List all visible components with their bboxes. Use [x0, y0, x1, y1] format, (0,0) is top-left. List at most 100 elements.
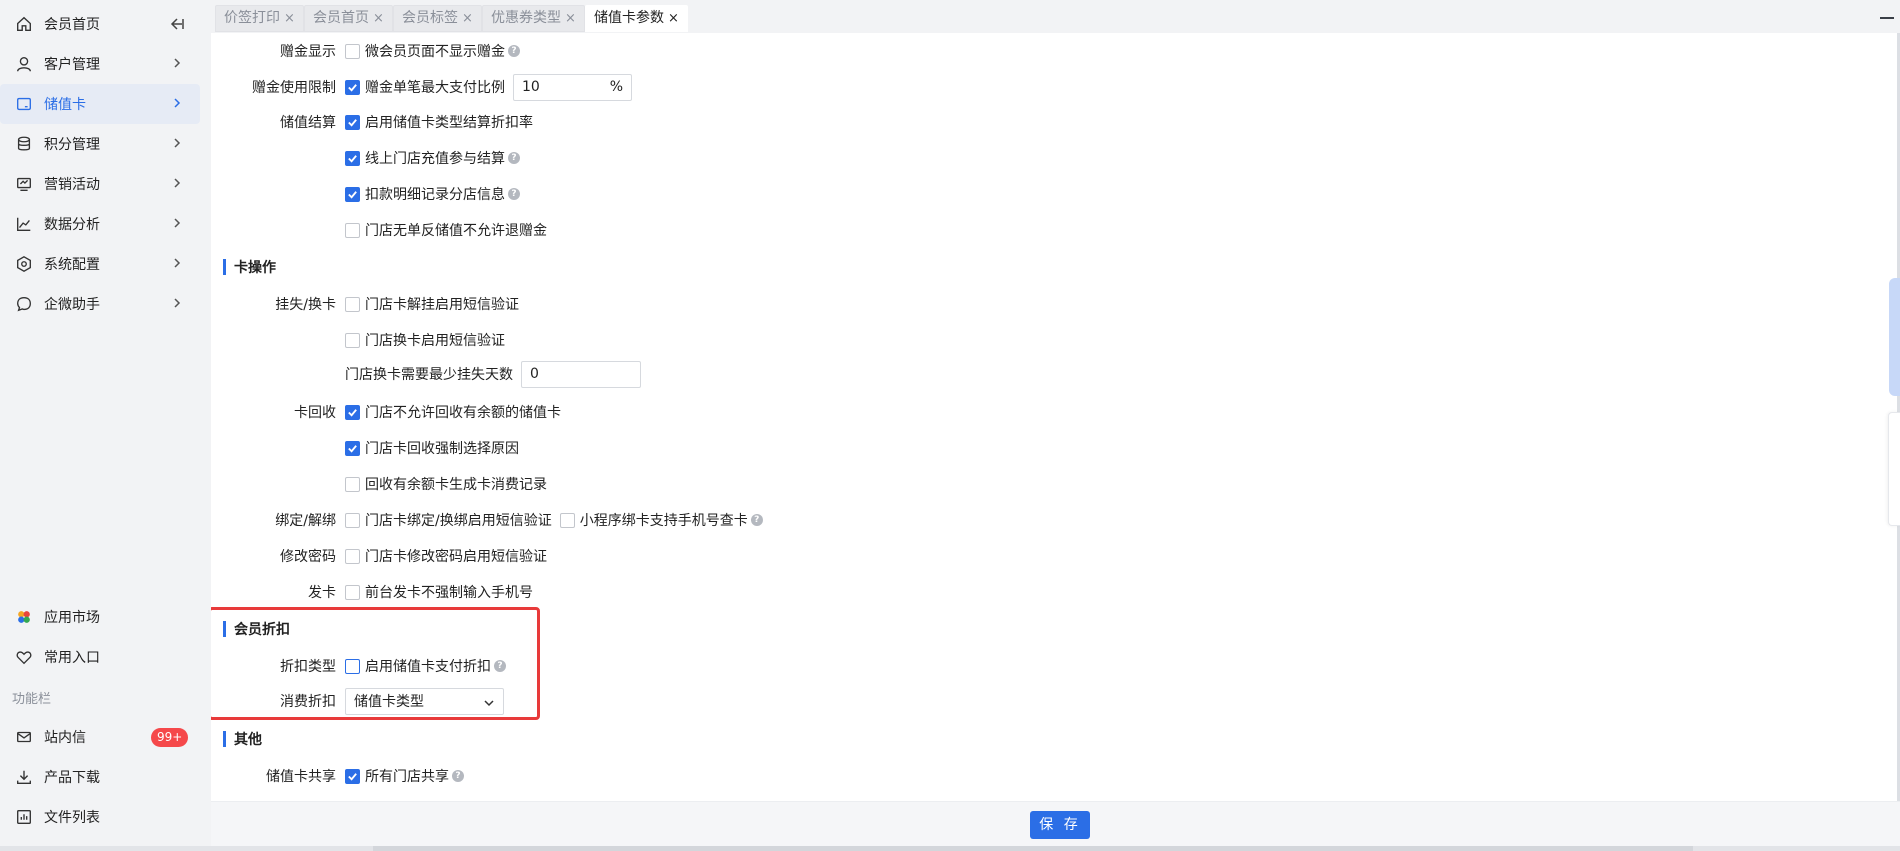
sidebar-item-customer[interactable]: 客户管理 — [0, 44, 200, 84]
floating-side-tab[interactable] — [1889, 278, 1900, 396]
no-refund-gift-checkbox[interactable] — [345, 222, 360, 238]
gift-display-checkbox[interactable] — [345, 43, 360, 59]
field-label: 储值结算 — [280, 115, 336, 131]
sidebar-item-app-market[interactable]: 应用市场 — [0, 597, 200, 637]
option-text: 门店卡修改密码启用短信验证 — [365, 549, 547, 565]
option-text: 门店不允许回收有余额的储值卡 — [365, 405, 561, 421]
sidebar-item-favorites[interactable]: 常用入口 — [0, 637, 200, 677]
tab-member-tags[interactable]: 会员标签 × — [393, 5, 482, 32]
sidebar-item-label: 应用市场 — [44, 610, 100, 626]
option-text: 门店卡绑定/换绑启用短信验证 — [365, 513, 552, 529]
password-sms-checkbox[interactable] — [345, 548, 360, 564]
password-row: 修改密码 门店卡修改密码启用短信验证 — [211, 543, 1011, 569]
tab-member-home[interactable]: 会员首页 × — [304, 5, 393, 32]
miniapp-phone-checkbox[interactable] — [559, 512, 575, 528]
online-recharge-checkbox[interactable] — [345, 150, 360, 166]
replace-sms-checkbox[interactable] — [345, 332, 360, 348]
close-icon[interactable]: × — [565, 11, 576, 26]
close-icon[interactable]: × — [373, 11, 384, 26]
option-text: 门店换卡启用短信验证 — [365, 333, 505, 349]
settlement-discount-checkbox[interactable] — [345, 114, 360, 130]
option-text: 回收有余额卡生成卡消费记录 — [365, 477, 547, 493]
sidebar-item-analytics[interactable]: 数据分析 — [0, 204, 200, 244]
floating-side-panel[interactable] — [1888, 412, 1900, 526]
help-icon[interactable]: ? — [508, 188, 520, 200]
select-value: 储值卡类型 — [354, 694, 424, 710]
no-recycle-balance-checkbox[interactable] — [345, 404, 360, 420]
field-label: 折扣类型 — [280, 659, 336, 675]
input-value: 10 — [522, 79, 540, 95]
close-icon[interactable]: × — [284, 11, 295, 26]
bind-row: 绑定/解绑 门店卡绑定/换绑启用短信验证 小程序绑卡支持手机号查卡 ? — [211, 507, 1111, 533]
consume-discount-select[interactable]: 储值卡类型 — [345, 687, 504, 715]
sidebar-item-label: 会员首页 — [44, 17, 100, 33]
user-icon — [14, 54, 34, 74]
field-label: 修改密码 — [280, 549, 336, 565]
sidebar-top-menu: 会员首页 客户管理 储值卡 积分管理 营销活动 数据分析 系统配置 企微助手 — [0, 4, 211, 324]
min-loss-days-input[interactable]: 0 — [521, 360, 641, 388]
tab-price-tag-print[interactable]: 价签打印 × — [215, 5, 304, 32]
settings-icon — [14, 254, 34, 274]
option-text: 扣款明细记录分店信息 — [365, 187, 505, 203]
gift-display-row: 赠金显示 微会员页面不显示赠金 ? — [211, 38, 1011, 64]
option-text: 门店无单反储值不允许退赠金 — [365, 223, 547, 239]
settlement-row-3: 扣款明细记录分店信息 ? — [211, 181, 1011, 207]
gift-limit-checkbox[interactable] — [345, 79, 360, 95]
section-title: 会员折扣 — [234, 622, 290, 638]
minimize-icon[interactable] — [1880, 17, 1894, 19]
option-text: 小程序绑卡支持手机号查卡 — [579, 513, 748, 529]
sidebar-item-wecom-assistant[interactable]: 企微助手 — [0, 284, 200, 324]
sidebar-item-label: 营销活动 — [44, 177, 100, 193]
help-icon[interactable]: ? — [494, 660, 506, 672]
help-icon[interactable]: ? — [508, 45, 520, 57]
recycle-record-checkbox[interactable] — [345, 476, 360, 492]
chevron-right-icon — [174, 258, 181, 268]
sidebar-item-downloads[interactable]: 产品下载 — [0, 757, 200, 797]
bind-sms-checkbox[interactable] — [345, 512, 360, 528]
option-text: 所有门店共享 — [365, 769, 449, 785]
loss-row-2: 门店换卡启用短信验证 — [211, 327, 1011, 353]
card-pay-discount-checkbox[interactable] — [345, 658, 360, 674]
download-icon — [14, 767, 34, 787]
app-market-icon — [14, 607, 34, 627]
chevron-right-icon — [174, 138, 181, 148]
sidebar-section-label: 功能栏 — [12, 692, 52, 707]
sidebar-item-marketing[interactable]: 营销活动 — [0, 164, 200, 204]
sidebar-item-system-config[interactable]: 系统配置 — [0, 244, 200, 284]
close-icon[interactable]: × — [462, 11, 473, 26]
sidebar-item-label: 站内信 — [44, 730, 86, 746]
sidebar-item-points[interactable]: 积分管理 — [0, 124, 200, 164]
sidebar-item-stored-value-card[interactable]: 储值卡 — [0, 84, 200, 124]
sidebar-item-member-home[interactable]: 会员首页 — [0, 4, 200, 44]
chevron-right-icon — [174, 298, 181, 308]
recycle-reason-checkbox[interactable] — [345, 440, 360, 456]
all-stores-share-checkbox[interactable] — [345, 768, 360, 784]
database-icon — [14, 134, 34, 154]
save-button[interactable]: 保 存 — [1030, 811, 1090, 839]
sidebar-item-inbox[interactable]: 站内信 99+ — [0, 717, 200, 757]
consume-discount-row: 消费折扣 储值卡类型 — [211, 686, 1011, 716]
tab-stored-card-params[interactable]: 储值卡参数 × — [585, 5, 688, 32]
footer-bar: 保 存 — [211, 801, 1900, 846]
help-icon[interactable]: ? — [452, 770, 464, 782]
help-icon[interactable]: ? — [508, 152, 520, 164]
sidebar-item-file-list[interactable]: 文件列表 — [0, 797, 200, 837]
collapse-sidebar-icon[interactable] — [168, 15, 186, 33]
close-icon[interactable]: × — [668, 11, 679, 26]
deduction-branch-checkbox[interactable] — [345, 186, 360, 202]
help-icon[interactable]: ? — [750, 514, 763, 526]
sidebar-item-label: 常用入口 — [44, 650, 100, 666]
input-value: 0 — [530, 366, 539, 382]
horizontal-scrollbar[interactable] — [0, 846, 1900, 851]
recycle-row-3: 回收有余额卡生成卡消费记录 — [211, 471, 1011, 497]
unlock-sms-checkbox[interactable] — [345, 296, 360, 312]
field-label: 储值卡共享 — [266, 769, 336, 785]
tab-coupon-types[interactable]: 优惠券类型 × — [482, 5, 585, 32]
settings-panel: 赠金显示 微会员页面不显示赠金 ? 赠金使用限制 赠金单笔最大支付比例 10 %… — [211, 33, 1900, 801]
field-label: 绑定/解绑 — [275, 513, 336, 529]
scrollbar-thumb[interactable] — [373, 846, 1693, 851]
tab-label: 会员标签 — [402, 10, 458, 26]
gift-ratio-input[interactable]: 10 % — [513, 73, 632, 101]
option-text: 门店卡回收强制选择原因 — [365, 441, 519, 457]
issue-no-phone-checkbox[interactable] — [345, 584, 360, 600]
